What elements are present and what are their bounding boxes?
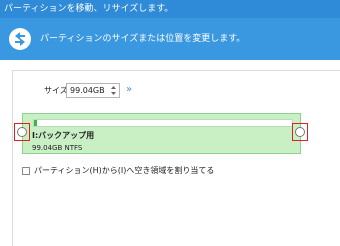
move-resize-icon	[9, 28, 31, 50]
size-value: 99.04GB	[70, 86, 105, 95]
dialog-header: パーティションのサイズまたは位置を変更します。	[0, 18, 340, 60]
size-input[interactable]: 99.04GB	[66, 83, 120, 98]
window-title: パーティションを移動、リサイズします。	[0, 0, 340, 18]
resize-handle-right[interactable]	[292, 123, 308, 141]
allocate-checkbox[interactable]	[22, 167, 30, 175]
handle-left-knob	[17, 127, 27, 137]
spin-updown-icon[interactable]	[110, 85, 117, 96]
handle-right-knob	[295, 127, 305, 137]
partition-name: I:バックアップ用	[32, 131, 95, 140]
allocate-free-space-option[interactable]: パーティション(H)から(I)へ空き領域を割り当てる	[22, 166, 214, 176]
partition-usage-bar	[33, 119, 293, 127]
content-panel	[12, 70, 340, 246]
advanced-toggle[interactable]: »	[126, 84, 132, 96]
partition-info: 99.04GB NTFS	[32, 144, 83, 152]
resize-handle-left[interactable]	[14, 123, 30, 141]
partition-usage-fill	[34, 120, 37, 126]
dialog-subtitle: パーティションのサイズまたは位置を変更します。	[40, 34, 246, 44]
allocate-checkbox-label: パーティション(H)から(I)へ空き領域を割り当てる	[34, 166, 215, 175]
